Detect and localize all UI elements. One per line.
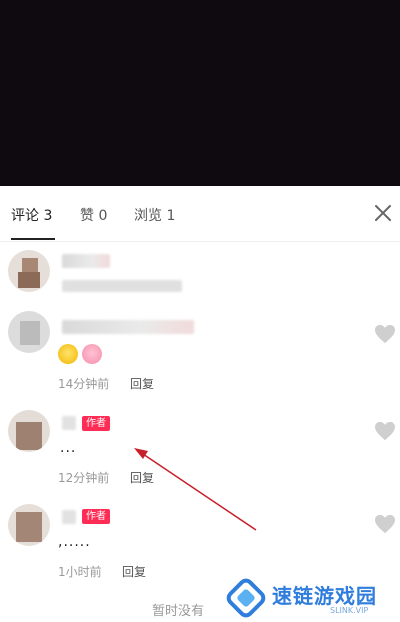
watermark-brand: 速链游戏园 [272,584,377,608]
footer-text: 暂时没有 [152,604,205,619]
logo-icon [226,578,266,618]
annotation-arrow [134,448,257,531]
watermark-logo: 速链游戏园 SLINK.VIP [222,576,400,622]
watermark-sub: SLINK.VIP [330,606,369,615]
